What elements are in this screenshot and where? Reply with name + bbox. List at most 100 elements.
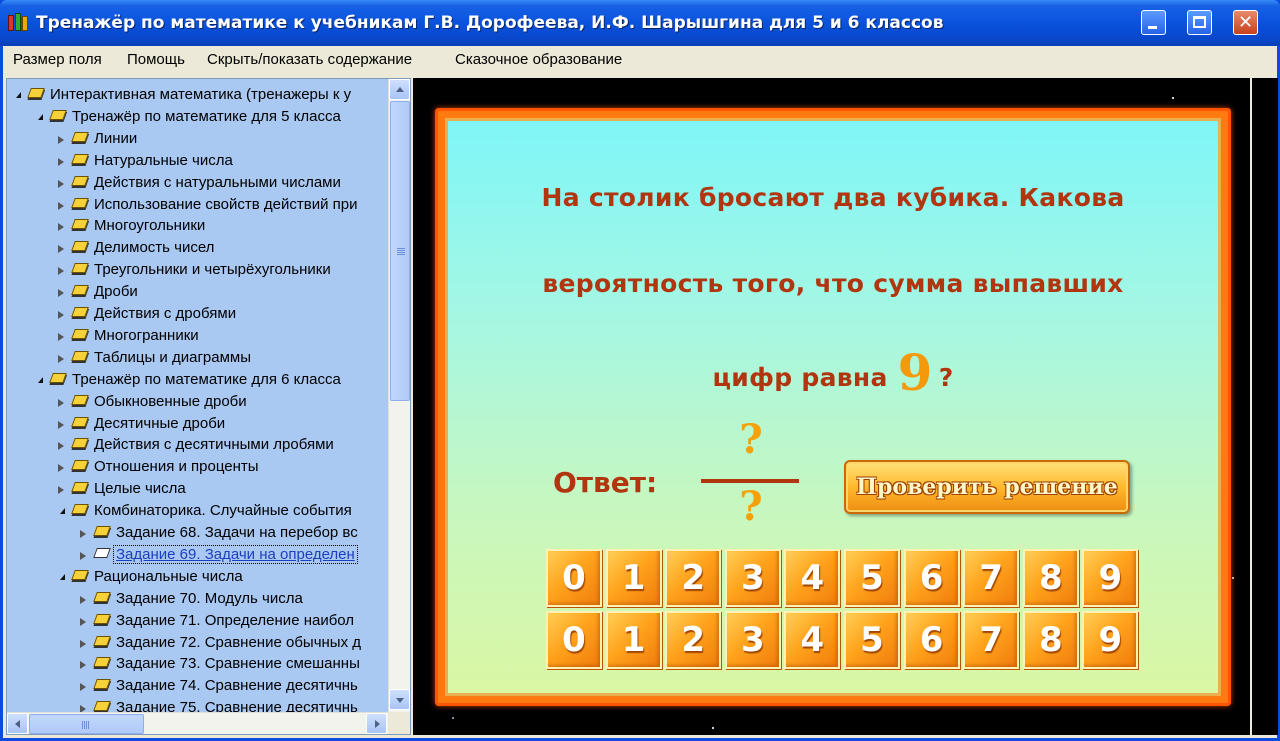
check-solution-button[interactable]: Проверить решение	[844, 460, 1130, 514]
close-icon: ✕	[1237, 12, 1254, 33]
numerator-digit-tile[interactable]: 3	[724, 549, 781, 607]
tree-item-label: Дроби	[94, 283, 138, 301]
numerator-digit-tile[interactable]: 6	[903, 549, 960, 607]
collapse-triangle-icon[interactable]	[60, 573, 65, 580]
tree-item-label: Отношения и проценты	[94, 458, 259, 476]
numerator-digit-row: 0123456789	[546, 549, 1140, 609]
title-bar[interactable]: Тренажёр по математике к учебникам Г.В. …	[0, 0, 1280, 46]
expand-triangle-icon[interactable]	[80, 661, 86, 670]
expand-triangle-icon[interactable]	[58, 398, 64, 407]
menu-fairy-education[interactable]: Сказочное образование	[455, 51, 622, 68]
expand-triangle-icon[interactable]	[80, 639, 86, 648]
menu-field-size[interactable]: Размер поля	[13, 51, 102, 68]
expand-triangle-icon[interactable]	[80, 705, 86, 712]
tree-item-label: Задание 69. Задачи на определен	[113, 544, 358, 564]
tree-item-label: Задание 68. Задачи на перебор вс	[116, 524, 358, 541]
close-button[interactable]: ✕	[1233, 10, 1258, 35]
numerator-digit-tile[interactable]: 5	[844, 549, 900, 607]
denominator-digit-tile[interactable]: 2	[665, 611, 722, 669]
denominator-digit-tile[interactable]: 3	[724, 611, 781, 669]
expand-triangle-icon[interactable]	[58, 332, 64, 341]
tree-viewport: Интерактивная математика (тренажеры к у Т…	[7, 79, 388, 712]
denominator-digit-tile[interactable]: 1	[605, 611, 662, 669]
expand-triangle-icon[interactable]	[58, 464, 64, 473]
expand-triangle-icon[interactable]	[58, 245, 64, 254]
expand-triangle-icon[interactable]	[58, 223, 64, 232]
expand-triangle-icon[interactable]	[58, 420, 64, 429]
expand-triangle-icon[interactable]	[58, 201, 64, 210]
scroll-down-button[interactable]	[389, 689, 410, 710]
closed-book-icon	[93, 613, 111, 624]
tree-item-label: Многоугольники	[94, 217, 206, 235]
tree-vertical-scrollbar[interactable]	[388, 79, 410, 712]
tree-item-label: Действия с натуральными числами	[94, 173, 341, 191]
denominator-digit-tile[interactable]: 6	[903, 611, 960, 669]
numerator-digit-tile[interactable]: 7	[963, 549, 1020, 607]
maximize-button[interactable]	[1187, 10, 1212, 35]
denominator-digit-tile[interactable]: 4	[784, 611, 841, 669]
numerator-digit-tile[interactable]: 4	[784, 549, 841, 607]
scroll-right-button[interactable]	[366, 713, 387, 734]
books-app-icon	[7, 12, 29, 32]
closed-book-icon	[71, 350, 89, 361]
numerator-digit-tile[interactable]: 9	[1082, 549, 1139, 607]
closed-book-icon	[71, 438, 89, 449]
scroll-up-button[interactable]	[389, 79, 410, 100]
minimize-button[interactable]	[1141, 10, 1166, 35]
answer-denominator[interactable]: ?	[731, 483, 771, 530]
expand-triangle-icon[interactable]	[58, 289, 64, 298]
tree-item-label: Действия с десятичными лробями	[94, 436, 334, 454]
tree-item-label: Делимость чисел	[94, 239, 215, 257]
tree-item-label: Задание 75. Сравнение десятичнь	[116, 699, 358, 712]
denominator-digit-tile[interactable]: 7	[963, 611, 1020, 669]
tree-horizontal-scrollbar[interactable]	[7, 712, 388, 734]
collapse-triangle-icon[interactable]	[38, 376, 43, 383]
collapse-triangle-icon[interactable]	[16, 92, 21, 98]
denominator-digit-row: 0123456789	[546, 611, 1140, 671]
tree-item-label: Тренажёр по математике для 5 класса	[72, 107, 341, 125]
expand-triangle-icon[interactable]	[58, 311, 64, 319]
client-area: Интерактивная математика (тренажеры к у Т…	[3, 74, 1278, 738]
open-book-icon	[93, 547, 111, 558]
menu-help[interactable]: Помощь	[127, 51, 185, 68]
expand-triangle-icon[interactable]	[80, 683, 86, 692]
question-line-1: На столик бросают два кубика. Какова	[541, 183, 1125, 212]
tree-item-label: Задание 70. Модуль числа	[116, 589, 303, 607]
expand-triangle-icon[interactable]	[58, 486, 64, 495]
denominator-digit-tile[interactable]: 8	[1022, 611, 1079, 669]
collapse-triangle-icon[interactable]	[60, 508, 65, 515]
expand-triangle-icon[interactable]	[58, 157, 64, 166]
window-title: Тренажёр по математике к учебникам Г.В. …	[36, 13, 944, 33]
tree-item-label: Треугольники и четырёхугольники	[94, 261, 331, 279]
closed-book-icon	[93, 591, 111, 602]
scroll-thumb-vertical[interactable]	[390, 101, 410, 401]
numerator-digit-tile[interactable]: 0	[546, 549, 602, 607]
closed-book-icon	[71, 569, 89, 580]
denominator-digit-tile[interactable]: 0	[546, 611, 602, 669]
question-number: 9	[897, 343, 933, 402]
expand-triangle-icon[interactable]	[80, 595, 86, 604]
expand-triangle-icon[interactable]	[58, 179, 64, 188]
expand-triangle-icon[interactable]	[58, 442, 64, 451]
chevron-right-icon	[375, 720, 380, 728]
closed-book-icon	[71, 394, 89, 405]
expand-triangle-icon[interactable]	[58, 135, 64, 144]
collapse-triangle-icon[interactable]	[38, 113, 43, 120]
expand-triangle-icon[interactable]	[58, 267, 64, 276]
denominator-digit-tile[interactable]: 9	[1082, 611, 1139, 669]
answer-label: Ответ:	[553, 466, 658, 499]
expand-triangle-icon[interactable]	[80, 617, 86, 626]
maximize-icon	[1193, 16, 1206, 28]
numerator-digit-tile[interactable]: 1	[605, 549, 662, 607]
expand-triangle-icon[interactable]	[80, 551, 86, 560]
numerator-digit-tile[interactable]: 8	[1022, 549, 1079, 607]
answer-numerator[interactable]: ?	[731, 416, 771, 463]
closed-book-icon	[71, 175, 89, 186]
scroll-left-button[interactable]	[7, 713, 28, 734]
menu-toggle-contents[interactable]: Скрыть/показать содержание	[207, 51, 412, 68]
expand-triangle-icon[interactable]	[58, 354, 64, 363]
scroll-thumb-horizontal[interactable]	[29, 714, 144, 734]
numerator-digit-tile[interactable]: 2	[665, 549, 722, 607]
expand-triangle-icon[interactable]	[80, 530, 86, 538]
denominator-digit-tile[interactable]: 5	[844, 611, 900, 669]
